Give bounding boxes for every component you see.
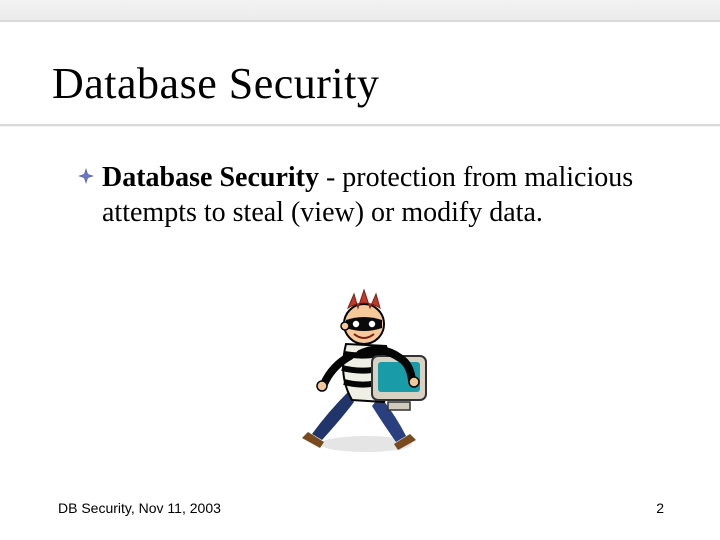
bullet-text: Database Security - protection from mali… bbox=[102, 160, 660, 230]
page-number: 2 bbox=[656, 500, 664, 516]
footer-date: DB Security, Nov 11, 2003 bbox=[58, 500, 221, 516]
slide: Database Security Database Security - pr… bbox=[0, 0, 720, 540]
title-underline bbox=[0, 124, 720, 126]
slide-title: Database Security bbox=[52, 58, 379, 109]
thief-clipart bbox=[288, 284, 440, 454]
slide-body: Database Security - protection from mali… bbox=[78, 160, 660, 230]
diamond-bullet-icon bbox=[78, 168, 94, 184]
thief-with-monitor-icon bbox=[288, 284, 440, 454]
top-bar bbox=[0, 0, 720, 22]
bullet-term: Database Security bbox=[102, 162, 319, 193]
bullet-item: Database Security - protection from mali… bbox=[78, 160, 660, 230]
